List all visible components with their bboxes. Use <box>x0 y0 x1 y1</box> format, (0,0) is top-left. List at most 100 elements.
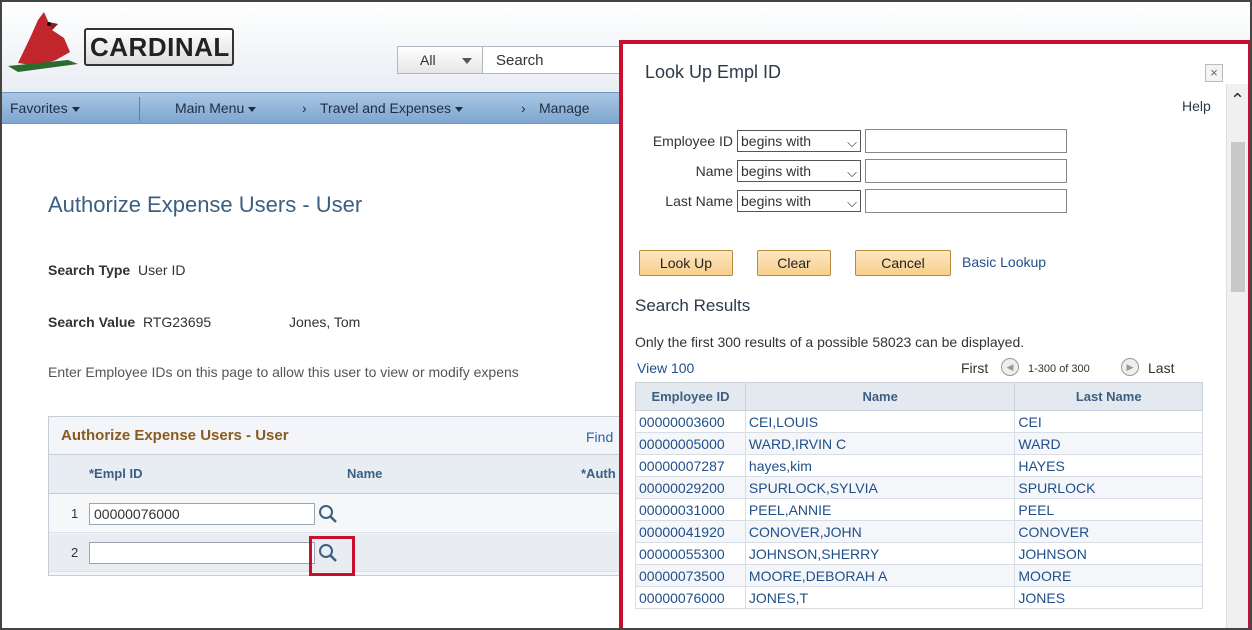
modal-scrollbar[interactable]: ⌃ <box>1226 84 1248 628</box>
result-employee-id[interactable]: 00000003600 <box>635 410 746 433</box>
nav-main-menu[interactable]: Main Menu <box>175 93 257 125</box>
cancel-button[interactable]: Cancel <box>855 250 951 276</box>
result-row[interactable]: 00000005000 WARD,IRVIN C WARD <box>635 432 1203 455</box>
result-last-name[interactable]: JOHNSON <box>1014 542 1203 565</box>
result-last-name[interactable]: PEEL <box>1014 498 1203 521</box>
look-up-button[interactable]: Look Up <box>639 250 733 276</box>
result-last-name[interactable]: CEI <box>1014 410 1203 433</box>
nav-main-menu-label: Main Menu <box>175 100 245 116</box>
result-name[interactable]: CONOVER,JOHN <box>744 520 1016 543</box>
result-row[interactable]: 00000073500 MOORE,DEBORAH A MOORE <box>635 564 1203 587</box>
scrollbar-thumb[interactable] <box>1231 142 1245 292</box>
result-row[interactable]: 00000029200 SPURLOCK,SYLVIA SPURLOCK <box>635 476 1203 499</box>
last-link[interactable]: Last <box>1148 360 1174 376</box>
row-number: 1 <box>71 506 79 521</box>
grid-row: 1 <box>49 495 639 533</box>
result-row[interactable]: 00000055300 JOHNSON,SHERRY JOHNSON <box>635 542 1203 565</box>
result-employee-id[interactable]: 00000007287 <box>635 454 746 477</box>
result-row[interactable]: 00000003600 CEI,LOUIS CEI <box>635 410 1203 433</box>
col-employee-id[interactable]: Employee ID <box>635 382 746 411</box>
result-name[interactable]: hayes,kim <box>744 454 1016 477</box>
result-row[interactable]: 00000076000 JONES,T JONES <box>635 586 1203 609</box>
previous-icon[interactable]: ◀ <box>1001 358 1019 376</box>
lookup-button[interactable] <box>317 503 339 525</box>
col-last-name[interactable]: Last Name <box>1014 382 1203 411</box>
result-name[interactable]: SPURLOCK,SYLVIA <box>744 476 1016 499</box>
grid-find-link[interactable]: Find <box>586 429 613 445</box>
search-value-label: Search Value <box>48 314 136 330</box>
nav-favorites[interactable]: Favorites <box>10 93 80 125</box>
view-100-link[interactable]: View 100 <box>637 360 694 376</box>
search-input[interactable] <box>484 47 624 73</box>
nav-travel-expenses-label: Travel and Expenses <box>320 100 451 116</box>
result-name[interactable]: JONES,T <box>744 586 1016 609</box>
first-link[interactable]: First <box>961 360 988 376</box>
lookup-modal-body: Look Up Empl ID × Help Employee ID begin… <box>623 44 1248 628</box>
result-last-name[interactable]: SPURLOCK <box>1014 476 1203 499</box>
search-value-field: Search Value RTG23695 <box>48 314 211 330</box>
result-last-name[interactable]: WARD <box>1014 432 1203 455</box>
search-scope-dropdown[interactable]: All <box>398 47 483 73</box>
next-icon[interactable]: ▶ <box>1121 358 1139 376</box>
results-header-row: Employee ID Name Last Name <box>635 382 1203 411</box>
result-row[interactable]: 00000041920 CONOVER,JOHN CONOVER <box>635 520 1203 543</box>
basic-lookup-link[interactable]: Basic Lookup <box>962 254 1046 270</box>
chevron-down-icon: ⌵ <box>847 135 857 150</box>
result-last-name[interactable]: CONOVER <box>1014 520 1203 543</box>
instructions-text: Enter Employee IDs on this page to allow… <box>48 364 519 380</box>
result-name[interactable]: CEI,LOUIS <box>744 410 1016 433</box>
search-scope-label: All <box>420 52 436 68</box>
cardinal-bird-icon <box>8 12 78 72</box>
chevron-up-icon[interactable]: ⌃ <box>1230 90 1245 111</box>
nav-manage[interactable]: Manage <box>539 93 590 125</box>
result-row[interactable]: 00000031000 PEEL,ANNIE PEEL <box>635 498 1203 521</box>
grid-header-row: *Empl ID Name *Auth <box>49 454 639 494</box>
nav-travel-expenses[interactable]: Travel and Expenses <box>320 93 463 125</box>
result-name[interactable]: MOORE,DEBORAH A <box>744 564 1016 587</box>
logo-text: CARDINAL <box>90 32 230 62</box>
result-employee-id[interactable]: 00000076000 <box>635 586 746 609</box>
operator-select[interactable]: begins with ⌵ <box>737 130 861 152</box>
empl-id-input[interactable] <box>89 503 315 525</box>
row-number: 2 <box>71 545 79 560</box>
empl-id-input[interactable] <box>89 542 315 564</box>
results-note: Only the first 300 results of a possible… <box>635 334 1025 350</box>
clear-button[interactable]: Clear <box>757 250 831 276</box>
result-employee-id[interactable]: 00000029200 <box>635 476 746 499</box>
employee-id-input[interactable] <box>865 129 1067 153</box>
operator-value: begins with <box>741 133 812 149</box>
nav-manage-label: Manage <box>539 100 590 116</box>
result-employee-id[interactable]: 00000005000 <box>635 432 746 455</box>
lookup-button-highlight <box>309 536 355 576</box>
result-name[interactable]: WARD,IRVIN C <box>744 432 1016 455</box>
result-name[interactable]: JOHNSON,SHERRY <box>744 542 1016 565</box>
result-employee-id[interactable]: 00000073500 <box>635 564 746 587</box>
result-employee-id[interactable]: 00000055300 <box>635 542 746 565</box>
result-employee-id[interactable]: 00000041920 <box>635 520 746 543</box>
operator-select[interactable]: begins with ⌵ <box>737 190 861 212</box>
last-name-input[interactable] <box>865 189 1067 213</box>
close-icon[interactable]: × <box>1205 64 1223 82</box>
result-last-name[interactable]: HAYES <box>1014 454 1203 477</box>
search-type-label: Search Type <box>48 262 131 278</box>
breadcrumb-separator: › <box>302 100 307 116</box>
col-name[interactable]: Name <box>744 382 1016 411</box>
result-employee-id[interactable]: 00000031000 <box>635 498 746 521</box>
result-name[interactable]: PEEL,ANNIE <box>744 498 1016 521</box>
app-window: CARDINAL All Favorites Main Menu › Trave… <box>0 0 1252 630</box>
chevron-down-icon <box>462 58 472 64</box>
operator-select[interactable]: begins with ⌵ <box>737 160 861 182</box>
result-row[interactable]: 00000007287 hayes,kim HAYES <box>635 454 1203 477</box>
grid-title: Authorize Expense Users - User <box>61 427 289 444</box>
lookup-modal: Look Up Empl ID × Help Employee ID begin… <box>619 40 1250 628</box>
search-value-name: Jones, Tom <box>289 314 361 330</box>
operator-value: begins with <box>741 193 812 209</box>
help-link[interactable]: Help <box>1182 98 1211 114</box>
modal-title: Look Up Empl ID <box>645 62 782 82</box>
result-last-name[interactable]: MOORE <box>1014 564 1203 587</box>
result-last-name[interactable]: JONES <box>1014 586 1203 609</box>
name-input[interactable] <box>865 159 1067 183</box>
criteria-name: Name begins with ⌵ <box>637 158 1077 184</box>
cardinal-logo[interactable]: CARDINAL <box>8 8 240 74</box>
criteria-label: Name <box>695 163 733 179</box>
